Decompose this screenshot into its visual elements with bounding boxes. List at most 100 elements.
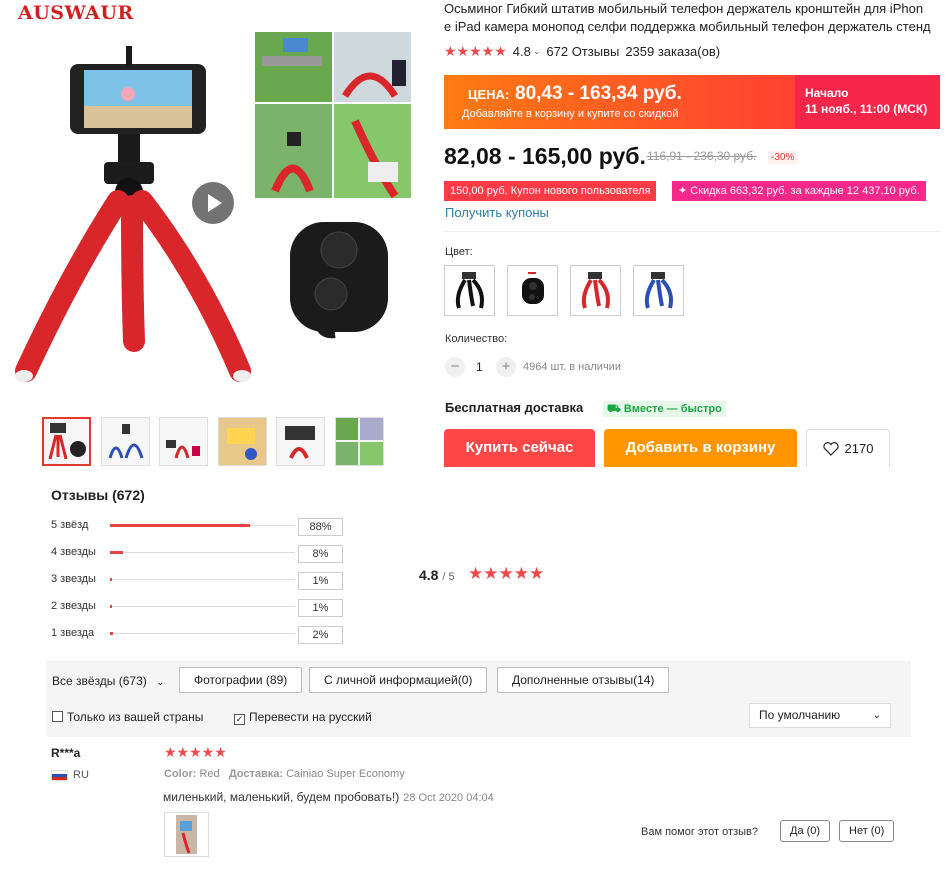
color-label: Цвет: <box>445 246 473 258</box>
chevron-down-icon: ⌄ <box>872 710 881 721</box>
shipping-badge: ⛟ Вместе — быстро <box>603 401 726 417</box>
filter-photos-button[interactable]: Фотографии (89) <box>179 667 303 693</box>
gallery-thumb-4[interactable] <box>218 417 267 466</box>
truck-icon: ⛟ <box>607 403 621 415</box>
wishlist-count: 2170 <box>844 441 874 456</box>
gallery-thumb-3[interactable] <box>159 417 208 466</box>
filter-additional-reviews-button[interactable]: Дополненные отзывы(14) <box>497 667 670 693</box>
promo-label: ЦЕНА: <box>468 87 510 102</box>
thumb-image-icon <box>48 423 86 460</box>
thumb-image-icon <box>108 424 144 459</box>
own-country-checkbox[interactable]: Только из вашей страны <box>52 710 203 724</box>
rating-value: 4.8 <box>512 44 531 59</box>
average-stars-icon: ★★★★★ <box>468 564 545 583</box>
new-user-coupon[interactable]: 150,00 руб. Купон нового пользователя <box>444 181 657 201</box>
histogram-bar <box>110 578 295 581</box>
histogram-bar-fill <box>110 524 250 527</box>
thumb-image-icon <box>219 418 266 465</box>
promo-banner: ЦЕНА: 80,43 - 163,34 руб. Добавляйте в к… <box>444 75 940 129</box>
free-shipping-label: Бесплатная доставка <box>445 400 584 415</box>
histogram-bar <box>110 551 295 554</box>
gallery-thumb-5[interactable] <box>276 417 325 466</box>
video-play-button[interactable] <box>192 182 234 224</box>
thumb-image-icon <box>336 418 383 465</box>
quantity-decrease-button[interactable]: − <box>445 357 465 377</box>
promo-start-block: Начало 11 нояб., 11:00 (МСК) <box>795 75 940 129</box>
checkbox-checked-icon: ✓ <box>234 714 245 725</box>
quantity-value[interactable]: 1 <box>476 360 483 374</box>
reviews-count-link[interactable]: 672 Отзывы <box>546 44 619 59</box>
histogram-bar-fill <box>110 551 123 554</box>
chevron-down-icon: ⌄ <box>156 677 165 688</box>
gallery-thumb-2[interactable] <box>101 417 150 466</box>
buy-now-button[interactable]: Купить сейчас <box>444 429 595 467</box>
sort-dropdown[interactable]: По умолчанию ⌄ <box>749 703 891 728</box>
black-tripod-icon <box>455 272 484 309</box>
histogram-percent: 2% <box>298 626 343 644</box>
heart-icon <box>822 441 839 456</box>
quantity-label: Количество: <box>445 333 508 345</box>
gallery-thumb-6[interactable] <box>335 417 384 466</box>
promo-price: 80,43 - 163,34 руб. <box>515 83 682 104</box>
reviewer-name: R***a <box>51 746 81 760</box>
color-option-black-tripod[interactable] <box>444 265 495 316</box>
color-option-red-tripod[interactable] <box>570 265 621 316</box>
quantity-increase-button[interactable]: + <box>496 357 516 377</box>
current-price: 82,08 - 165,00 руб. <box>444 143 646 169</box>
histogram-bar-fill <box>110 632 113 635</box>
review-meta: Color: Red Доставка: Cainiao Super Econo… <box>164 768 405 780</box>
add-to-cart-button[interactable]: Добавить в корзину <box>604 429 797 467</box>
chevron-down-icon[interactable]: ⌄ <box>533 46 541 57</box>
review-text: миленький, маленький, будем пробовать!) 2… <box>163 790 494 804</box>
helpful-question: Вам помог этот отзыв? <box>641 826 758 838</box>
helpful-yes-button[interactable]: Да (0) <box>780 820 831 842</box>
filter-personal-info-button[interactable]: С личной информацией(0) <box>309 667 488 693</box>
histogram-percent: 88% <box>298 518 343 536</box>
thumb-image-icon <box>285 426 315 459</box>
color-option-remote[interactable] <box>507 265 558 316</box>
histogram-label: 5 звёзд <box>51 519 89 531</box>
histogram-bar-fill <box>110 605 112 608</box>
rating-stars-icon: ★★★★★ <box>444 43 507 59</box>
old-price: 116,91 - 236,30 руб. <box>647 149 757 163</box>
histogram-label: 2 звезды <box>51 600 96 612</box>
rating-summary: ★★★★★ 4.8 ⌄ 672 Отзывы 2359 заказа(ов) <box>444 43 720 60</box>
histogram-label: 1 звезда <box>51 627 95 639</box>
discount-badge: -30% <box>768 151 798 164</box>
review-photo-image <box>176 815 197 854</box>
promo-start-date: 11 нояб., 11:00 (МСК) <box>805 102 928 116</box>
gallery-thumb-1[interactable] <box>42 417 91 466</box>
divider <box>444 231 940 232</box>
product-title: Осьминог Гибкий штатив мобильный телефон… <box>444 1 931 34</box>
histogram-percent: 1% <box>298 599 343 617</box>
all-stars-dropdown[interactable]: Все звёзды (673) ⌄ <box>52 674 165 688</box>
helpful-no-button[interactable]: Нет (0) <box>839 820 895 842</box>
stock-count: 4964 шт. в наличии <box>523 361 621 373</box>
wishlist-button[interactable]: 2170 <box>806 429 890 467</box>
color-option-blue-tripod[interactable] <box>633 265 684 316</box>
translate-checkbox[interactable]: ✓ Перевести на русский <box>234 710 372 725</box>
remote-control-icon <box>522 272 544 304</box>
reviewer-country: RU <box>73 769 89 781</box>
histogram-bar <box>110 605 295 608</box>
checkbox-unchecked-icon <box>52 711 63 722</box>
histogram-percent: 1% <box>298 572 343 590</box>
histogram-bar <box>110 632 295 635</box>
histogram-percent: 8% <box>298 545 343 563</box>
store-discount-coupon[interactable]: ✦ Скидка 663,32 руб. за каждые 12 437,10… <box>672 181 926 201</box>
review-date: 28 Oct 2020 04:04 <box>403 792 494 804</box>
reviews-title: Отзывы (672) <box>51 487 145 503</box>
review-stars-icon: ★★★★★ <box>164 744 227 760</box>
review-photo[interactable] <box>164 812 209 857</box>
histogram-label: 3 звезды <box>51 573 96 585</box>
average-rating: 4.8 / 5 <box>419 567 455 583</box>
orders-count: 2359 заказа(ов) <box>625 44 721 59</box>
brand-logo: AUSWAUR <box>18 2 134 24</box>
red-tripod-icon <box>581 272 610 309</box>
histogram-bar-fill <box>110 578 112 581</box>
promo-subtitle: Добавляйте в корзину и купите со скидкой <box>462 108 679 120</box>
promo-start-label: Начало <box>805 86 849 100</box>
get-coupons-link[interactable]: Получить купоны <box>445 205 549 220</box>
thumb-image-icon <box>166 440 200 459</box>
russia-flag-icon <box>51 770 68 781</box>
